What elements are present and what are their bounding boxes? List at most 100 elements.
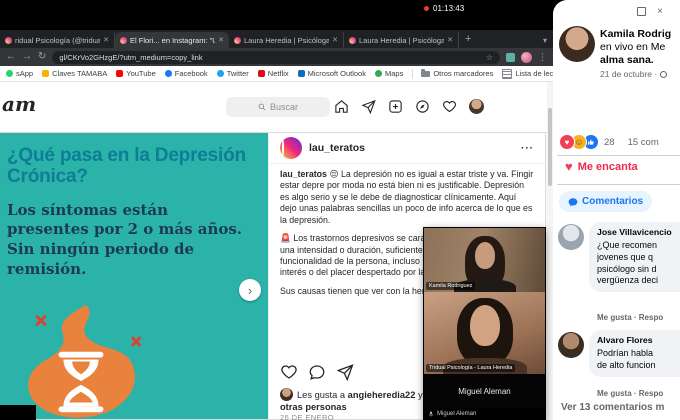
bookmarks-right-group: Otros marcadores Lista de lectura <box>412 69 566 79</box>
outlook-favicon-icon <box>298 70 305 77</box>
reload-icon[interactable]: ↻ <box>38 52 46 62</box>
comment-icon[interactable] <box>308 363 326 386</box>
whatsapp-favicon-icon <box>6 70 13 77</box>
bookmark-youtube[interactable]: YouTube <box>116 69 155 78</box>
bookmark-netflix[interactable]: Netflix <box>258 69 289 78</box>
window-restore-icon[interactable] <box>637 7 646 16</box>
slide-body-text: Los síntomas están presentes por 2 o más… <box>7 201 254 280</box>
close-tab-icon[interactable]: ✕ <box>218 36 224 44</box>
more-options-icon[interactable]: ··· <box>521 143 534 154</box>
bookmark-star-icon[interactable]: ☆ <box>486 53 493 62</box>
instagram-logo[interactable]: am <box>2 92 36 116</box>
reaction-count[interactable]: 28 <box>604 137 615 148</box>
bookmark-maps[interactable]: Maps <box>375 69 403 78</box>
scrollbar-thumb[interactable] <box>548 108 552 186</box>
browser-tab-1[interactable]: ridual Psicología (@tridual ✕ <box>0 32 115 48</box>
browser-tab-2-active[interactable]: El Flori... en Instagram: "Un ✕ <box>115 32 229 48</box>
commenter-avatar[interactable] <box>558 332 584 358</box>
home-icon[interactable] <box>334 99 349 114</box>
comment-bubble[interactable]: Jose Villavicencio ¿Que recomen jovenes … <box>589 222 680 292</box>
new-tab-button[interactable]: + <box>465 32 471 46</box>
tab-title: ridual Psicología (@tridual <box>15 36 100 45</box>
liker-username[interactable]: angieheredia22 <box>348 390 416 400</box>
browser-tab-strip: ridual Psicología (@tridual ✕ El Flori..… <box>0 30 553 48</box>
participant-face <box>470 305 500 346</box>
video-call-window[interactable]: Kamila Rodriguez Tridual Psicología - La… <box>424 228 545 420</box>
other-likers[interactable]: otras personas <box>280 402 347 412</box>
twitter-favicon-icon <box>217 70 224 77</box>
extensions-icon[interactable] <box>506 53 515 62</box>
bookmark-twitter[interactable]: Twitter <box>217 69 249 78</box>
comment-count[interactable]: 15 com <box>628 137 659 148</box>
reactions-summary[interactable]: ♥ ☺ 28 15 com <box>559 134 680 150</box>
close-tab-icon[interactable]: ✕ <box>332 36 338 44</box>
bookmark-facebook[interactable]: Facebook <box>165 69 208 78</box>
comment-actions[interactable]: Me gusta · Respo <box>597 389 663 398</box>
browser-menu-kebab-icon[interactable]: ⋮ <box>538 52 547 63</box>
bookmark-outlook[interactable]: Microsoft Outlook <box>298 69 366 78</box>
panel-window-controls: × <box>637 7 663 16</box>
video-feed-laura[interactable]: Tridual Psicología - Laura Heredia <box>424 292 545 374</box>
like-heart-icon[interactable] <box>280 363 298 386</box>
recording-time-text: 01:13:43 <box>433 4 464 13</box>
mic-icon[interactable] <box>428 411 434 417</box>
messenger-icon[interactable] <box>361 99 376 114</box>
video-feed-kamila[interactable]: Kamila Rodriguez <box>424 228 545 292</box>
post-header: lau_teratos ··· <box>269 133 545 164</box>
activity-heart-icon[interactable] <box>442 99 457 114</box>
browser-profile-avatar[interactable] <box>521 52 532 63</box>
reading-list-icon <box>502 69 512 79</box>
post-timestamp: 26 DE ENERO <box>280 413 334 420</box>
window-close-icon[interactable]: × <box>657 8 663 16</box>
commenter-avatar[interactable] <box>558 224 584 250</box>
love-action-button[interactable]: ♥ Me encanta <box>565 161 638 173</box>
search-icon <box>258 103 266 111</box>
live-host-avatar[interactable] <box>559 26 595 62</box>
commenter-name[interactable]: Alvaro Flores <box>597 335 680 347</box>
caption-username[interactable]: lau_teratos <box>280 169 327 179</box>
see-more-comments-link[interactable]: Ver 13 comentarios m <box>561 402 664 413</box>
close-tab-icon[interactable]: ✕ <box>447 36 453 44</box>
slide-title: ¿Qué pasa en la Depresión Crónica? <box>7 145 258 188</box>
back-icon[interactable]: ← <box>6 52 16 62</box>
bookmark-claves-tamaba[interactable]: Claves TAMABA <box>42 69 107 78</box>
likes-line: Les gusta a angieheredia22 y otras perso… <box>280 388 440 413</box>
browser-tab-4[interactable]: Laura Heredia | Psicóloga en ✕ <box>344 32 459 48</box>
other-bookmarks-button[interactable]: Otros marcadores <box>421 69 493 78</box>
tab-title: Laura Heredia | Psicóloga en <box>359 36 444 45</box>
comment-bubble[interactable]: Alvaro Flores Podrían habla de alto func… <box>589 330 680 377</box>
participant-name-label: Tridual Psicología - Laura Heredia <box>426 364 515 372</box>
browser-address-bar: ← → ↻ gl/CKrVo2GHzgE/?utm_medium=copy_li… <box>0 48 553 66</box>
bookmark-whatsapp[interactable]: sApp <box>6 69 33 78</box>
explore-icon[interactable] <box>415 99 430 114</box>
poster-username[interactable]: lau_teratos <box>309 142 365 154</box>
browser-tab-3[interactable]: Laura Heredia | Psicóloga en ✕ <box>229 32 344 48</box>
video-feed-camera-off[interactable]: Miguel Aleman <box>424 374 545 408</box>
youtube-favicon-icon <box>116 70 123 77</box>
forward-icon[interactable]: → <box>22 52 32 62</box>
share-icon[interactable] <box>336 363 354 386</box>
comment-actions[interactable]: Me gusta · Respo <box>597 313 663 322</box>
close-tab-icon[interactable]: ✕ <box>103 36 109 44</box>
netflix-favicon-icon <box>258 70 265 77</box>
commenter-name[interactable]: Jose Villavicencio <box>597 227 680 239</box>
key-favicon-icon <box>42 70 49 77</box>
live-page-name[interactable]: alma sana. <box>600 54 654 66</box>
folder-icon <box>421 71 430 77</box>
tab-search-chevron-icon[interactable]: ▾ <box>543 36 547 45</box>
liker-avatar[interactable] <box>280 388 293 401</box>
carousel-next-button[interactable]: › <box>239 279 261 301</box>
facebook-favicon-icon <box>165 70 172 77</box>
poster-avatar[interactable] <box>280 137 302 159</box>
love-reaction-icon: ♥ <box>559 134 575 150</box>
new-post-icon[interactable] <box>388 99 403 114</box>
omnibox[interactable]: gl/CKrVo2GHzgE/?utm_medium=copy_link ☆ <box>52 51 500 64</box>
instagram-header: am Buscar <box>0 82 553 133</box>
profile-avatar[interactable] <box>469 99 484 114</box>
comment-bubble-icon <box>568 197 578 207</box>
desktop-corner <box>0 405 36 420</box>
post-image-slide[interactable]: ¿Qué pasa en la Depresión Crónica? Los s… <box>0 133 268 419</box>
comments-tab-button[interactable]: Comentarios <box>559 191 652 212</box>
search-input[interactable]: Buscar <box>226 97 330 117</box>
live-host-name[interactable]: Kamila Rodrig <box>600 28 671 40</box>
